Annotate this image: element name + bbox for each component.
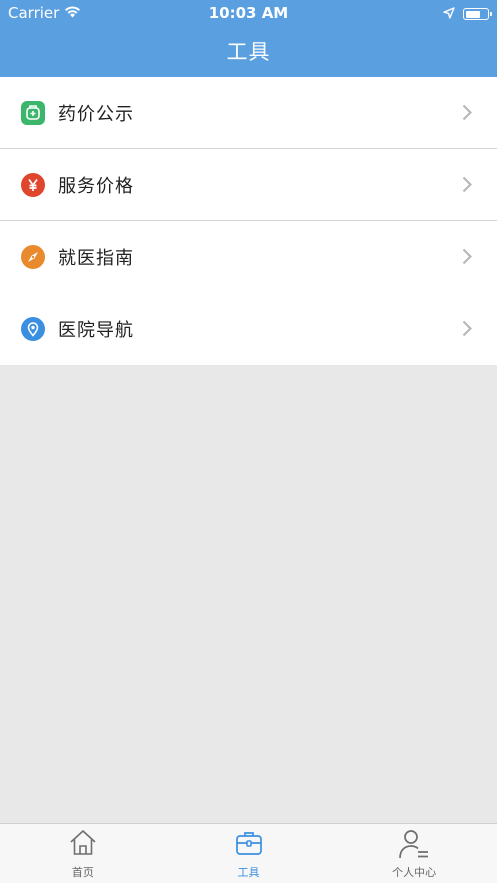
- menu-item-label: 服务价格: [58, 176, 134, 197]
- home-icon: [68, 828, 98, 862]
- menu-item-medical-guide[interactable]: 就医指南: [0, 221, 497, 293]
- menu-item-label: 医院导航: [58, 320, 134, 341]
- battery-icon: [463, 8, 492, 20]
- status-bar: Carrier 10:03 AM: [0, 0, 497, 26]
- tab-tools[interactable]: 工具: [166, 824, 332, 883]
- compass-icon: [21, 245, 45, 269]
- chevron-right-icon: [462, 320, 472, 341]
- tab-profile[interactable]: 个人中心: [331, 824, 497, 883]
- tab-label: 首页: [71, 866, 94, 879]
- yen-icon: [21, 173, 45, 197]
- menu-item-drug-price[interactable]: 药价公示: [0, 77, 497, 149]
- page-title: 工具: [226, 40, 271, 64]
- tools-menu: 药价公示 服务价格 就医指南 医院导航: [0, 77, 497, 365]
- user-icon: [397, 828, 431, 864]
- tab-bar: 首页 工具 个人中心: [0, 823, 497, 883]
- menu-item-service-price[interactable]: 服务价格: [0, 149, 497, 221]
- tab-home[interactable]: 首页: [0, 824, 166, 883]
- medicine-bag-icon: [21, 101, 45, 125]
- status-right: [443, 5, 492, 23]
- location-arrow-icon: [443, 5, 455, 23]
- menu-item-hospital-navigation[interactable]: 医院导航: [0, 293, 497, 365]
- toolbox-icon: [234, 828, 264, 862]
- menu-item-label: 药价公示: [58, 104, 134, 125]
- location-pin-icon: [21, 317, 45, 341]
- chevron-right-icon: [462, 248, 472, 269]
- tab-label: 个人中心: [392, 866, 437, 879]
- chevron-right-icon: [462, 104, 472, 125]
- status-time: 10:03 AM: [208, 4, 289, 22]
- tab-label: 工具: [237, 866, 260, 879]
- header: Carrier 10:03 AM 工具: [0, 0, 497, 77]
- chevron-right-icon: [462, 176, 472, 197]
- menu-item-label: 就医指南: [58, 248, 134, 269]
